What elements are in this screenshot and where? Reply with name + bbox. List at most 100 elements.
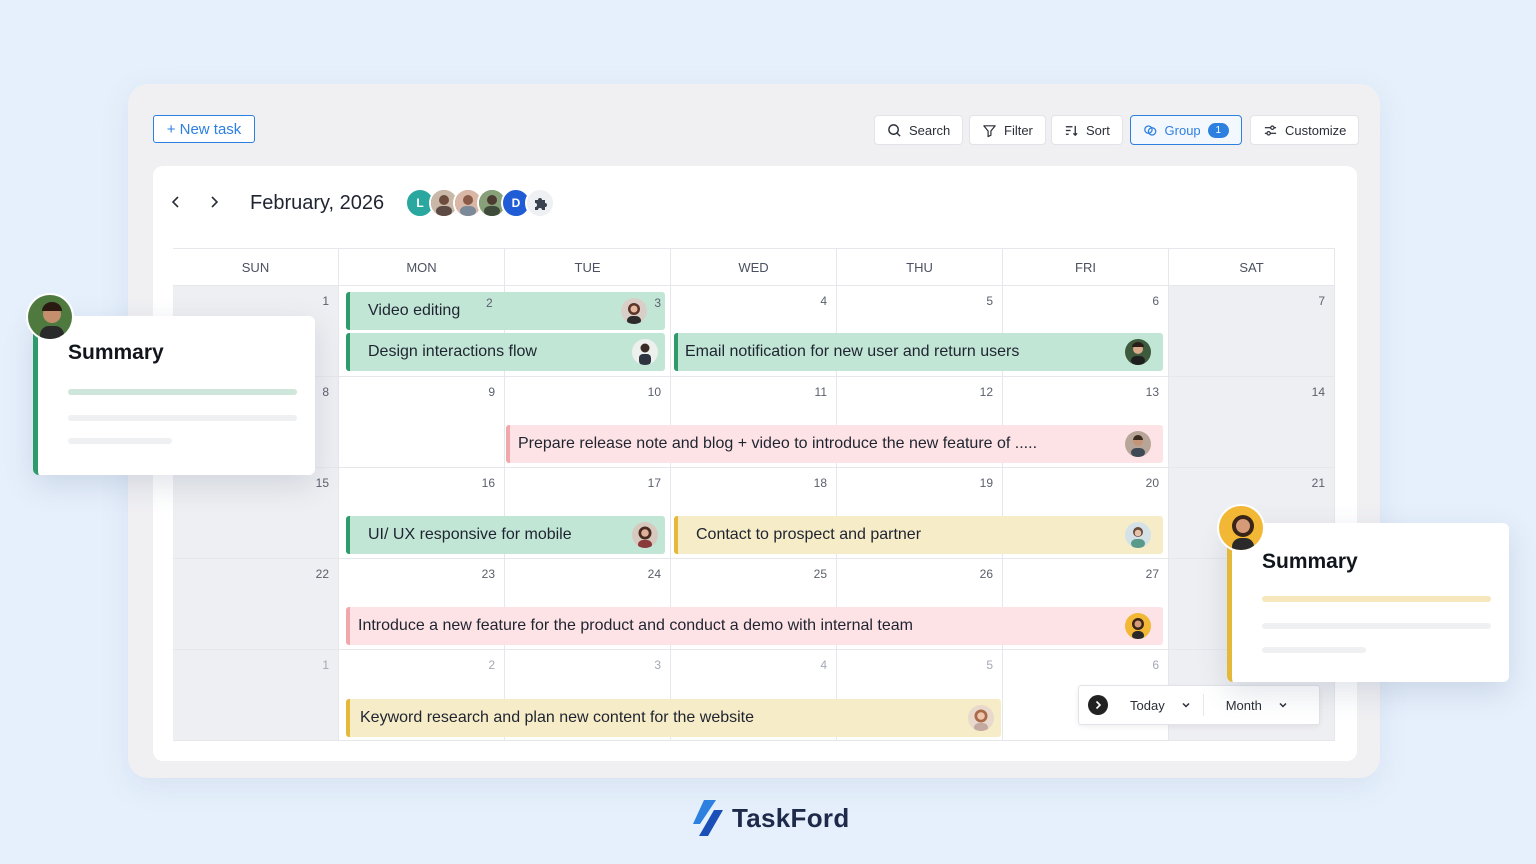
calendar-day-cell[interactable]: 15: [173, 468, 339, 559]
summary-bar: [68, 389, 297, 395]
chevron-right-icon: [1095, 700, 1102, 710]
day-number: 14: [1311, 385, 1325, 399]
next-month-button[interactable]: [204, 192, 224, 212]
view-controls: Today Month: [1078, 685, 1320, 725]
event-video-editing[interactable]: Video editing 2 3: [346, 292, 665, 330]
person-photo-icon: [621, 298, 647, 324]
sort-button[interactable]: Sort: [1051, 115, 1123, 145]
day-number: 2: [488, 658, 495, 672]
search-label: Search: [909, 122, 951, 138]
person-photo-icon: [1125, 613, 1151, 639]
day-number: 19: [979, 476, 993, 490]
event-title: Introduce a new feature for the product …: [358, 617, 913, 634]
day-number: 23: [481, 567, 495, 581]
event-contact-prospect[interactable]: Contact to prospect and partner: [674, 516, 1163, 554]
day-number: 4: [820, 294, 827, 308]
event-title: Contact to prospect and partner: [696, 526, 922, 543]
person-photo-icon: [632, 522, 658, 548]
day-number: 7: [1318, 294, 1325, 308]
day-number: 17: [647, 476, 661, 490]
calendar-day-cell[interactable]: 1: [173, 650, 339, 741]
summary-card-right[interactable]: Summary: [1227, 523, 1509, 682]
calendar-day-cell[interactable]: 22: [173, 559, 339, 650]
event-release-note[interactable]: Prepare release note and blog + video to…: [506, 425, 1163, 463]
taskford-logo-icon: [693, 800, 723, 836]
avatar: [1217, 504, 1265, 552]
day-number: 2: [486, 296, 493, 310]
next-period-button[interactable]: [1088, 695, 1108, 715]
calendar-day-cell[interactable]: 7: [1169, 286, 1335, 377]
day-number: 20: [1145, 476, 1159, 490]
filter-label: Filter: [1004, 122, 1033, 138]
group-icon: [1144, 124, 1157, 136]
day-number: 26: [979, 567, 993, 581]
sort-label: Sort: [1086, 122, 1110, 138]
day-number: 6: [1152, 658, 1159, 672]
day-number: 22: [315, 567, 329, 581]
day-number: 1: [322, 294, 329, 308]
weekday-header: MON: [339, 249, 505, 286]
summary-card-left[interactable]: Summary: [33, 316, 315, 475]
today-label: Today: [1130, 697, 1165, 713]
chevron-left-icon: [171, 196, 179, 208]
day-number: 16: [481, 476, 495, 490]
event-title: Video editing: [368, 302, 461, 319]
app-window: + New task Search Filter Sort Group 1 Cu…: [128, 84, 1380, 778]
month-view-dropdown[interactable]: Month: [1226, 698, 1288, 713]
add-member-button[interactable]: [525, 188, 555, 218]
assignee-avatar: [632, 339, 658, 365]
assignee-avatar: [1125, 339, 1151, 365]
day-number: 25: [813, 567, 827, 581]
event-keyword-research[interactable]: Keyword research and plan new content fo…: [346, 699, 1001, 737]
day-number: 1: [322, 658, 329, 672]
weekday-header: THU: [837, 249, 1003, 286]
chevron-down-icon: [1279, 702, 1287, 708]
day-number: 3: [654, 296, 661, 310]
assignee-avatar: [1125, 613, 1151, 639]
calendar-day-cell[interactable]: 9: [339, 377, 505, 468]
event-email-notification[interactable]: Email notification for new user and retu…: [674, 333, 1163, 371]
day-number: 6: [1152, 294, 1159, 308]
day-number: 3: [654, 658, 661, 672]
day-number: 5: [986, 294, 993, 308]
member-avatars[interactable]: L D: [405, 188, 555, 218]
event-introduce-feature[interactable]: Introduce a new feature for the product …: [346, 607, 1163, 645]
summary-title: Summary: [1262, 550, 1358, 573]
day-number: 27: [1145, 567, 1159, 581]
search-button[interactable]: Search: [874, 115, 964, 145]
weekday-header: WED: [671, 249, 837, 286]
weekday-header: SUN: [173, 249, 339, 286]
puzzle-icon: [535, 198, 547, 210]
event-title: Email notification for new user and retu…: [685, 343, 1020, 360]
calendar-day-cell[interactable]: 14: [1169, 377, 1335, 468]
weekday-header: FRI: [1003, 249, 1169, 286]
chevron-down-icon: [1182, 702, 1190, 708]
person-photo-icon: [1125, 522, 1151, 548]
summary-title: Summary: [68, 341, 164, 364]
event-title: Prepare release note and blog + video to…: [518, 435, 1038, 452]
customize-label: Customize: [1285, 122, 1347, 138]
filter-button[interactable]: Filter: [969, 115, 1046, 145]
person-photo-icon: [632, 339, 658, 365]
day-number: 4: [820, 658, 827, 672]
person-photo-icon: [968, 705, 994, 731]
day-number: 13: [1145, 385, 1159, 399]
event-ui-ux-responsive[interactable]: UI/ UX responsive for mobile: [346, 516, 665, 554]
brand-logo: TaskFord: [690, 798, 850, 838]
weekday-header: TUE: [505, 249, 671, 286]
brand-name: TaskFord: [732, 802, 850, 833]
assignee-avatar: [1125, 431, 1151, 457]
day-number: 12: [979, 385, 993, 399]
group-count-badge: 1: [1207, 122, 1229, 138]
group-button[interactable]: Group 1: [1130, 115, 1242, 145]
assignee-avatar: [968, 705, 994, 731]
assignee-avatar: [1125, 522, 1151, 548]
event-design-interactions[interactable]: Design interactions flow: [346, 333, 665, 371]
today-dropdown[interactable]: Today: [1130, 698, 1191, 713]
prev-month-button[interactable]: [166, 192, 186, 212]
summary-bar: [68, 438, 172, 444]
new-task-button[interactable]: + New task: [153, 115, 255, 143]
day-number: 8: [322, 385, 329, 399]
customize-button[interactable]: Customize: [1250, 115, 1360, 145]
day-number: 11: [814, 385, 827, 399]
